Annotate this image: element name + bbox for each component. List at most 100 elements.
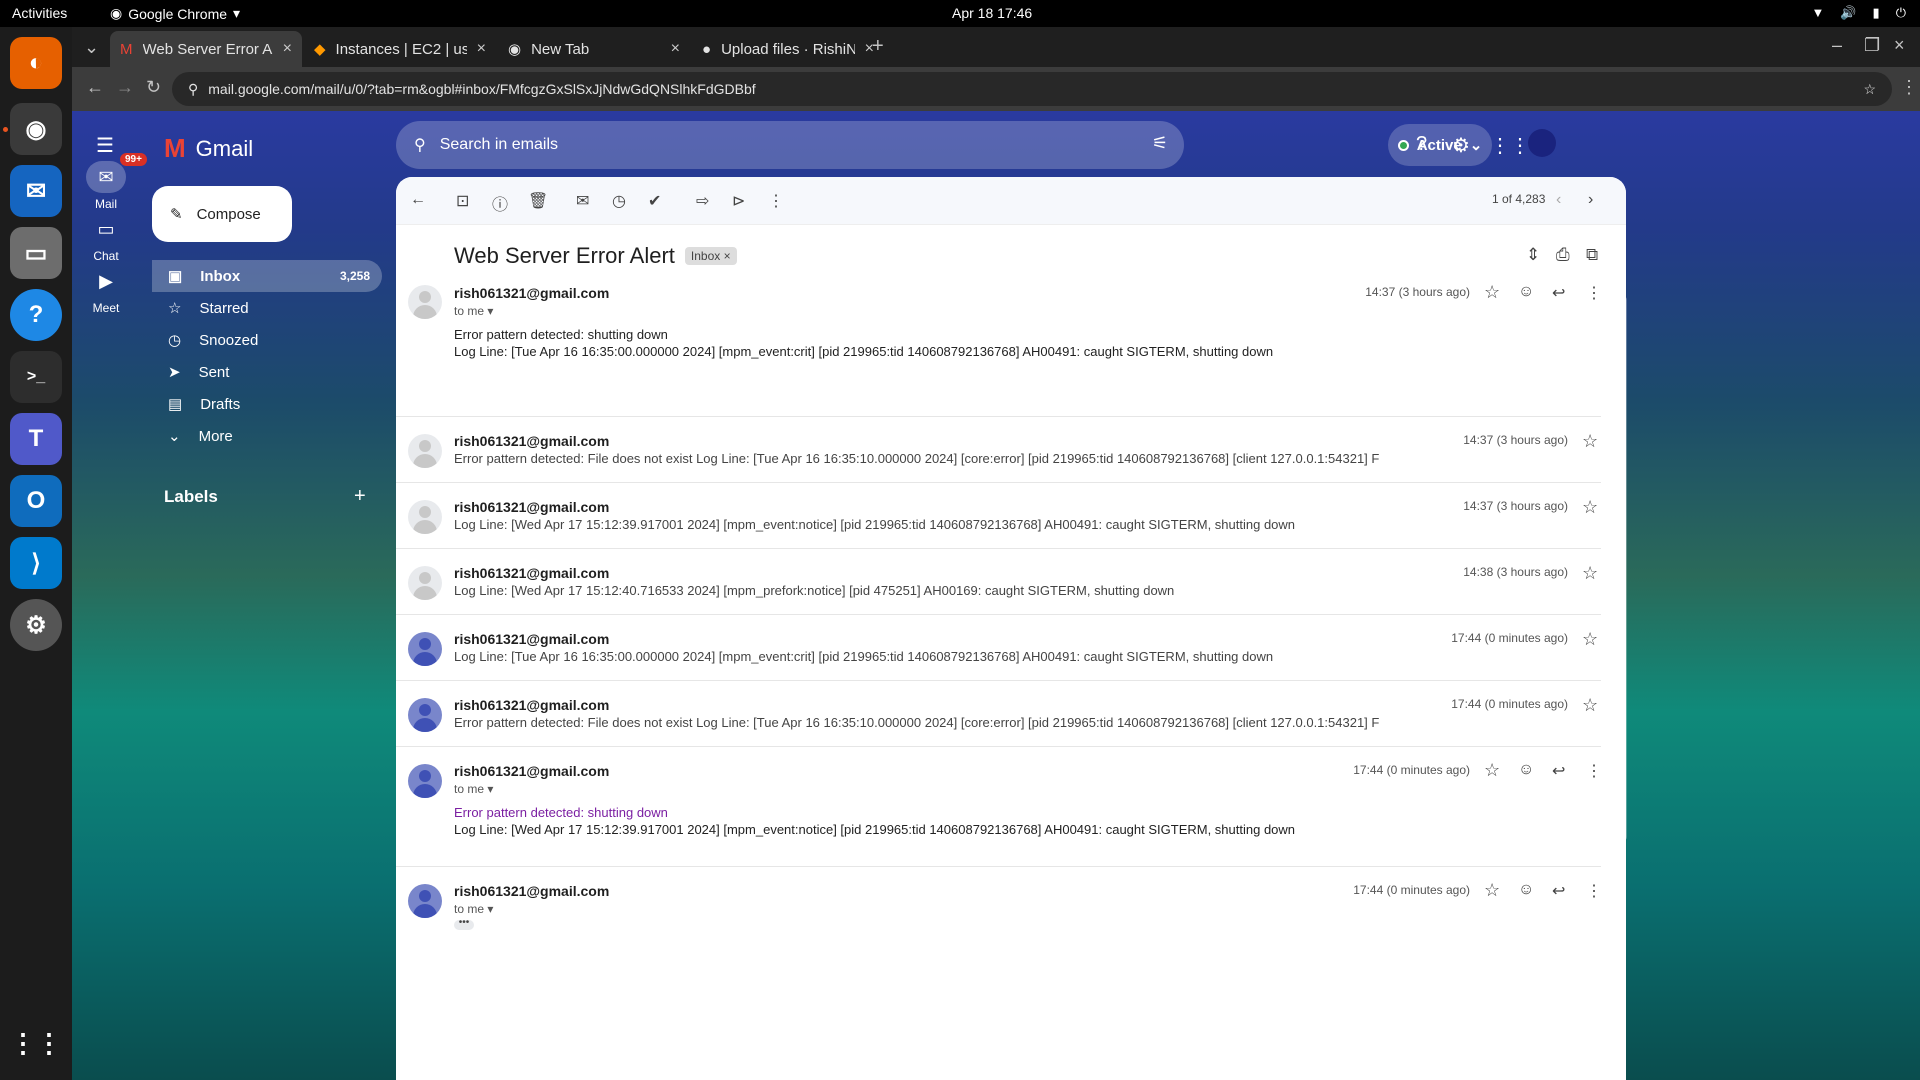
tab-github[interactable]: ● Upload files · RishiNagal × xyxy=(692,31,884,67)
emoji-react-icon[interactable]: ☺ xyxy=(1518,881,1534,899)
tab-ec2[interactable]: ◆ Instances | EC2 | us-east × xyxy=(304,31,496,67)
new-window-icon[interactable]: ⧉ xyxy=(1586,245,1598,265)
compose-button[interactable]: ✎ Compose xyxy=(152,186,292,242)
back-icon[interactable]: ← xyxy=(86,77,104,98)
help-icon[interactable]: ? xyxy=(1416,133,1427,156)
star-icon[interactable]: ☆ xyxy=(1582,563,1598,584)
delete-icon[interactable]: 🗑 xyxy=(528,191,548,211)
terminal-icon[interactable]: >_ xyxy=(10,351,62,403)
message-expanded[interactable]: rish061321@gmail.com to me ▾ 14:37 (3 ho… xyxy=(396,277,1602,417)
app-menu[interactable]: ◉ Google Chrome ▾ xyxy=(110,5,240,22)
firefox-icon[interactable]: ◐ xyxy=(10,37,62,89)
recipient-toggle[interactable]: to me ▾ xyxy=(454,902,493,916)
back-to-inbox-icon[interactable]: ← xyxy=(410,191,426,209)
inbox-label-chip[interactable]: Inbox × xyxy=(684,247,737,265)
tab-new[interactable]: ◉ New Tab × xyxy=(498,31,690,67)
nav-item-drafts[interactable]: ▤ Drafts xyxy=(152,388,382,420)
window-close-icon[interactable]: × xyxy=(1894,35,1905,56)
minimize-icon[interactable]: – xyxy=(1832,35,1842,56)
star-icon[interactable]: ☆ xyxy=(1484,760,1500,781)
emoji-react-icon[interactable]: ☺ xyxy=(1518,761,1534,779)
report-spam-icon[interactable]: ⓘ xyxy=(492,191,508,215)
maximize-icon[interactable]: ❐ xyxy=(1864,35,1880,56)
print-icon[interactable]: ⎙ xyxy=(1556,245,1570,265)
star-icon[interactable]: ☆ xyxy=(1582,629,1598,650)
tab-gmail[interactable]: M Web Server Error Alert - × xyxy=(110,31,302,67)
thunderbird-icon[interactable]: ✉ xyxy=(10,165,62,217)
message-collapsed[interactable]: rish061321@gmail.com Log Line: [Wed Apr … xyxy=(396,483,1601,549)
vscode-icon[interactable]: ⟩ xyxy=(10,537,62,589)
rail-mail[interactable]: ✉ 99+ Mail xyxy=(72,153,147,211)
recipient-toggle[interactable]: to me ▾ xyxy=(454,304,493,318)
message-collapsed[interactable]: rish061321@gmail.com Error pattern detec… xyxy=(396,417,1601,483)
sender[interactable]: rish061321@gmail.com xyxy=(454,763,609,779)
more-vert-icon[interactable]: ⋮ xyxy=(1586,881,1602,901)
more-vert-icon[interactable]: ⋮ xyxy=(1586,761,1602,781)
site-info-icon[interactable]: ⚲ xyxy=(188,81,198,98)
status-selector[interactable]: Active ⌄ xyxy=(1388,124,1492,166)
rail-chat[interactable]: ▭ Chat xyxy=(72,213,140,264)
message-collapsed[interactable]: rish061321@gmail.com Error pattern detec… xyxy=(396,681,1601,747)
settings-icon[interactable]: ⚙ xyxy=(10,599,62,651)
message-collapsed[interactable]: rish061321@gmail.com Log Line: [Wed Apr … xyxy=(396,549,1601,615)
nav-item-sent[interactable]: ➤ Sent xyxy=(152,356,382,388)
avatar[interactable] xyxy=(1528,129,1556,157)
star-icon[interactable]: ☆ xyxy=(1582,497,1598,518)
new-tab-icon[interactable]: + xyxy=(872,35,884,58)
message-collapsed[interactable]: rish061321@gmail.com Log Line: [Tue Apr … xyxy=(396,615,1601,681)
mark-unread-icon[interactable]: ✉ xyxy=(576,191,589,211)
close-icon[interactable]: × xyxy=(477,40,486,58)
main-menu-icon[interactable]: ☰ xyxy=(96,133,114,158)
reply-icon[interactable]: ↩ xyxy=(1552,283,1565,303)
close-icon[interactable]: × xyxy=(283,40,292,58)
expand-all-icon[interactable]: ⇕ xyxy=(1526,245,1540,265)
message-expanded[interactable]: rish061321@gmail.com to me ▾ ••• 17:44 (… xyxy=(396,867,1602,947)
nav-item-snoozed[interactable]: ◷ Snoozed xyxy=(152,324,382,356)
activities-button[interactable]: Activities xyxy=(12,5,67,21)
rail-meet[interactable]: ▶ Meet xyxy=(72,265,140,316)
nav-item-starred[interactable]: ☆ Starred xyxy=(152,292,382,324)
search-options-icon[interactable]: ⚟ xyxy=(1152,133,1168,154)
older-icon[interactable]: › xyxy=(1588,191,1593,209)
search-icon[interactable]: ⚲ xyxy=(414,135,426,155)
recipient-toggle[interactable]: to me ▾ xyxy=(454,782,493,796)
gmail-logo[interactable]: M Gmail xyxy=(164,133,253,164)
star-icon[interactable]: ☆ xyxy=(1582,431,1598,452)
nav-item-inbox[interactable]: ▣ Inbox 3,258 xyxy=(152,260,382,292)
chrome-menu-icon[interactable]: ⋮ xyxy=(1900,77,1918,98)
show-trimmed-content-button[interactable]: ••• xyxy=(454,918,474,930)
clock[interactable]: Apr 18 17:46 xyxy=(952,5,1032,21)
chrome-dock-icon[interactable]: ◉ xyxy=(10,103,62,155)
scrollbar[interactable] xyxy=(1619,296,1627,841)
add-label-icon[interactable]: + xyxy=(354,485,366,508)
help-icon[interactable]: ? xyxy=(10,289,62,341)
teams-icon[interactable]: T xyxy=(10,413,62,465)
label-icon[interactable]: ⊳ xyxy=(732,191,745,211)
gear-icon[interactable]: ⚙ xyxy=(1452,133,1470,158)
sender[interactable]: rish061321@gmail.com xyxy=(454,883,609,899)
reply-icon[interactable]: ↩ xyxy=(1552,881,1565,901)
files-icon[interactable]: ▭ xyxy=(10,227,62,279)
outlook-icon[interactable]: O xyxy=(10,475,62,527)
address-bar[interactable]: ⚲ mail.google.com/mail/u/0/?tab=rm&ogbl#… xyxy=(172,72,1892,106)
close-icon[interactable]: × xyxy=(671,40,680,58)
snooze-icon[interactable]: ◷ xyxy=(612,191,626,211)
tab-search-icon[interactable]: ⌄ xyxy=(84,37,99,58)
apps-grid-icon[interactable]: ⋮⋮ xyxy=(1490,133,1530,158)
more-vert-icon[interactable]: ⋮ xyxy=(768,191,784,211)
reply-icon[interactable]: ↩ xyxy=(1552,761,1565,781)
emoji-react-icon[interactable]: ☺ xyxy=(1518,283,1534,301)
more-vert-icon[interactable]: ⋮ xyxy=(1586,283,1602,303)
add-task-icon[interactable]: ✔ xyxy=(648,191,661,211)
show-apps-icon[interactable]: ⋮⋮ xyxy=(10,1017,62,1069)
system-tray[interactable]: ▼ 🔊 ▮ ⏻ xyxy=(1811,5,1906,21)
forward-icon[interactable]: → xyxy=(116,77,134,98)
archive-icon[interactable]: ⊡ xyxy=(456,191,469,211)
bookmark-star-icon[interactable]: ☆ xyxy=(1863,81,1876,98)
search-bar[interactable]: ⚲ Search in emails ⚟ xyxy=(396,121,1184,169)
star-icon[interactable]: ☆ xyxy=(1582,695,1598,716)
nav-item-more[interactable]: ⌄ More xyxy=(152,420,382,452)
reload-icon[interactable]: ↻ xyxy=(146,77,161,98)
newer-icon[interactable]: ‹ xyxy=(1556,191,1561,209)
star-icon[interactable]: ☆ xyxy=(1484,282,1500,303)
